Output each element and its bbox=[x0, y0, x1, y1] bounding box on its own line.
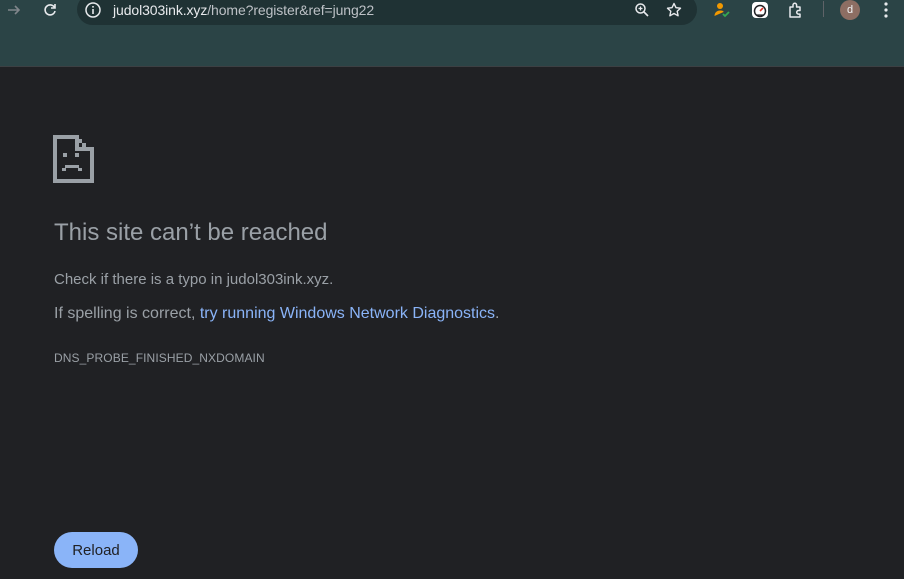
profile-avatar[interactable]: d bbox=[840, 0, 860, 20]
url-host: judol303ink.xyz bbox=[113, 2, 208, 18]
url-path: /home?register&ref=jung22 bbox=[207, 2, 375, 18]
zoom-icon[interactable] bbox=[632, 0, 652, 20]
arrow-forward-icon[interactable] bbox=[2, 0, 26, 20]
site-info-icon[interactable] bbox=[83, 0, 103, 20]
browser-frame: judol303ink.xyz/home?register&ref=jung22… bbox=[0, 0, 904, 67]
diagnostics-hint-suffix: . bbox=[495, 305, 500, 322]
toolbar-divider bbox=[823, 1, 824, 17]
typo-hint: Check if there is a typo in judol303ink.… bbox=[54, 271, 334, 288]
network-diagnostics-link[interactable]: try running Windows Network Diagnostics bbox=[200, 305, 495, 322]
address-bar[interactable]: judol303ink.xyz/home?register&ref=jung22 bbox=[77, 0, 697, 25]
person-check-icon[interactable] bbox=[711, 0, 733, 20]
star-icon[interactable] bbox=[664, 0, 684, 20]
reload-button[interactable]: Reload bbox=[54, 532, 138, 568]
more-vert-icon[interactable] bbox=[875, 0, 897, 20]
sad-page-icon bbox=[53, 135, 95, 183]
error-page: This site can’t be reached Check if ther… bbox=[0, 67, 904, 579]
error-title: This site can’t be reached bbox=[54, 219, 328, 246]
browser-toolbar: judol303ink.xyz/home?register&ref=jung22… bbox=[0, 0, 904, 25]
url-text[interactable]: judol303ink.xyz/home?register&ref=jung22 bbox=[113, 2, 374, 18]
diagnostics-hint-prefix: If spelling is correct, bbox=[54, 305, 200, 322]
puzzle-icon[interactable] bbox=[785, 0, 807, 20]
reload-icon[interactable] bbox=[38, 0, 62, 20]
diagnostics-hint: If spelling is correct, try running Wind… bbox=[54, 305, 500, 323]
speedometer-icon[interactable] bbox=[749, 0, 771, 20]
error-code: DNS_PROBE_FINISHED_NXDOMAIN bbox=[54, 351, 265, 365]
